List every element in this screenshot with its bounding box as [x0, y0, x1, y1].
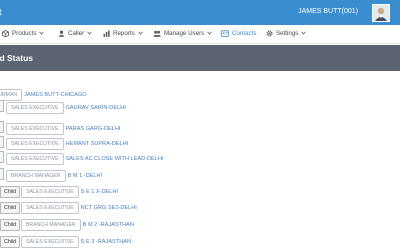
child-button-stub[interactable]: [0, 121, 4, 133]
child-button[interactable]: Child: [0, 218, 21, 231]
tree-row: SALES EXECUTIVE SALES AC CLOSE WITH LEAD-…: [6, 150, 164, 165]
tree-row: Child BRANCH MANAGER B M 2 -RAJASTHAN: [0, 216, 134, 231]
role-badge[interactable]: SALES EXECUTIVE: [21, 235, 79, 248]
tree-row: SALES EXECUTIVE PARAS GARG-DELHI: [6, 120, 121, 135]
nav-settings[interactable]: Settings: [266, 25, 307, 43]
nav-settings-label: Settings: [276, 30, 299, 37]
child-button-stub[interactable]: [0, 136, 4, 148]
user-name[interactable]: JAMES BUTT(001): [298, 8, 358, 15]
member-name[interactable]: JAMES BUTT-CHICAGO: [24, 92, 86, 98]
nav-manage-users[interactable]: Manage Users: [153, 25, 213, 43]
gear-icon: [266, 30, 273, 37]
member-name[interactable]: SALES AC CLOSE WITH LEAD-DELHI: [66, 156, 164, 162]
child-button[interactable]: Child: [0, 185, 21, 198]
nav-caller-label: Caller: [68, 30, 85, 37]
panel-title: ead Status: [0, 53, 33, 63]
member-name[interactable]: PARAS GARG-DELHI: [66, 126, 121, 132]
role-badge[interactable]: SALES EXECUTIVE: [21, 185, 79, 198]
child-button-stub[interactable]: [0, 151, 4, 163]
nav-caller[interactable]: Caller: [58, 25, 92, 43]
child-button[interactable]: Child: [0, 235, 21, 248]
member-name[interactable]: B M 2 -RAJASTHAN: [83, 222, 134, 228]
chevron-down-icon: [207, 31, 213, 35]
member-name[interactable]: NCT GRG SE2-DELHI: [81, 205, 137, 211]
chevron-down-icon: [39, 31, 45, 35]
member-name[interactable]: S E 3 -RAJASTHAN: [81, 239, 131, 245]
chevron-down-icon: [87, 31, 92, 35]
nav-manage-users-label: Manage Users: [164, 30, 205, 37]
nav-contacts-label: Contacts: [232, 30, 257, 37]
role-badge[interactable]: SALES EXECUTIVE: [6, 101, 64, 114]
member-name[interactable]: HEMANT SUPRA-DELHI: [66, 141, 129, 147]
role-badge[interactable]: SALES EXECUTIVE: [21, 201, 79, 214]
nav-contacts[interactable]: Contacts: [221, 25, 256, 43]
chart-icon: [103, 30, 110, 37]
chevron-down-icon: [137, 31, 143, 35]
users-icon: [153, 30, 161, 37]
tree-row: BRANCH MANAGER B M 1 -DELHI: [6, 167, 103, 182]
chevron-down-icon: [301, 31, 307, 35]
main-nav: Products Caller Reports Manage Users Con…: [0, 25, 400, 44]
contacts-icon: [221, 30, 229, 37]
panel-header: ead Status: [0, 45, 400, 71]
tree-row: SALES EXECUTIVE HEMANT SUPRA-DELHI: [6, 135, 129, 150]
nav-products-label: Products: [12, 30, 37, 37]
child-button-stub[interactable]: [0, 100, 4, 112]
tree-row: Child SALES EXECUTIVE NCT GRG SE2-DELHI: [0, 199, 137, 214]
tree-row: SALES EXECUTIVE GAURAV SARIN-DELHI: [6, 99, 126, 114]
member-name[interactable]: B M 1 -DELHI: [68, 173, 103, 179]
role-badge[interactable]: SALES EXECUTIVE: [6, 122, 64, 135]
tree-row: Child SALES EXECUTIVE S E 3 -RAJASTHAN: [0, 233, 131, 248]
box-icon: [2, 29, 9, 37]
nav-products[interactable]: Products: [2, 25, 45, 43]
role-badge[interactable]: SALES EXECUTIVE: [6, 152, 64, 165]
user-icon: [58, 30, 65, 37]
avatar-person-icon: [373, 5, 389, 21]
brand-title[interactable]: ent: [0, 7, 2, 17]
member-name[interactable]: S E 1 X-DELHI: [81, 189, 118, 195]
avatar[interactable]: [372, 4, 390, 22]
role-badge[interactable]: BRANCH MANAGER: [21, 218, 81, 231]
child-button[interactable]: Child: [0, 201, 21, 214]
nav-reports-label: Reports: [113, 30, 135, 37]
member-name[interactable]: GAURAV SARIN-DELHI: [66, 105, 126, 111]
top-bar: ent JAMES BUTT(001): [0, 0, 400, 25]
tree-row: Child SALES EXECUTIVE S E 1 X-DELHI: [0, 183, 118, 198]
role-badge[interactable]: SALES EXECUTIVE: [6, 137, 64, 150]
role-badge[interactable]: BRANCH MANAGER: [6, 169, 66, 182]
tree-row: AIRMANJAMES BUTT-CHICAGO: [0, 86, 87, 101]
child-button-stub[interactable]: [0, 168, 4, 180]
nav-reports[interactable]: Reports: [103, 25, 143, 43]
